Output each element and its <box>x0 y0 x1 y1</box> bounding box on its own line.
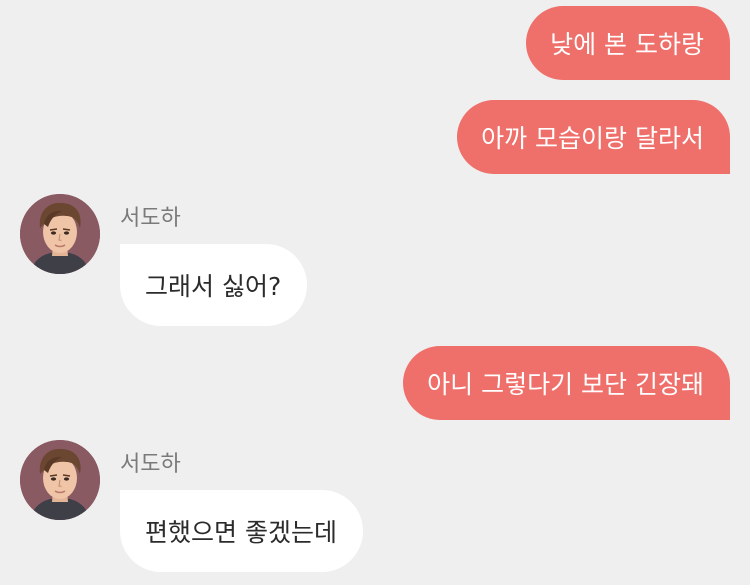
sender-name: 서도하 <box>120 206 181 231</box>
user-avatar-icon[interactable] <box>20 194 100 274</box>
outgoing-message-bubble[interactable]: 아까 모습이랑 달라서 <box>457 100 730 174</box>
incoming-message-bubble[interactable]: 편했으면 좋겠는데 <box>120 490 363 572</box>
sender-name: 서도하 <box>120 452 181 477</box>
message-text: 아까 모습이랑 달라서 <box>481 124 704 153</box>
incoming-message-bubble[interactable]: 그래서 싫어? <box>120 244 308 326</box>
message-text: 아니 그렇다기 보단 긴장돼 <box>427 370 704 399</box>
message-text: 그래서 싫어? <box>145 272 282 301</box>
message-text: 편했으면 좋겠는데 <box>145 518 337 547</box>
message-text: 낮에 본 도하랑 <box>550 30 704 59</box>
chat-thread[interactable]: 낮에 본 도하랑 아까 모습이랑 달라서 서도하 그래서 싫어? 아니 그렇다기… <box>0 0 750 585</box>
outgoing-message-bubble[interactable]: 아니 그렇다기 보단 긴장돼 <box>403 346 730 420</box>
user-avatar-icon[interactable] <box>20 440 100 520</box>
outgoing-message-bubble[interactable]: 낮에 본 도하랑 <box>526 6 730 80</box>
